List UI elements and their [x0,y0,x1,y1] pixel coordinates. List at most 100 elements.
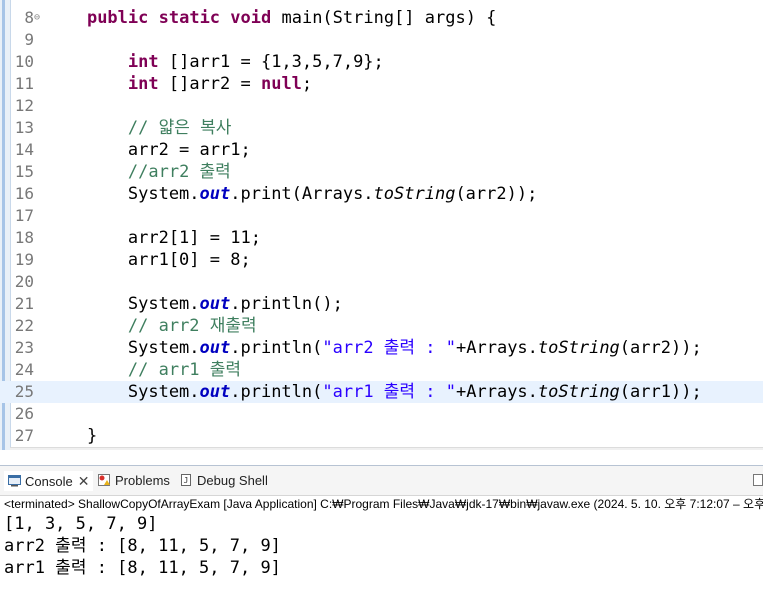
code-line[interactable]: 17 [0,205,763,227]
code-line[interactable]: 22 // arr2 재출력 [0,315,763,337]
code-text: // 얇은 복사 [46,117,232,139]
code-token: static [158,8,221,28]
code-line[interactable]: 15 //arr2 출력 [0,161,763,183]
tab-console-label: Console [25,474,73,489]
code-token: []arr1 = {1,3,5,7,9}; [158,52,384,72]
line-number: 17 [14,206,34,225]
console-output-line: [1, 3, 5, 7, 9] [4,514,158,534]
code-line[interactable]: 27 } [0,425,763,447]
code-text: //arr2 출력 [46,161,231,183]
console-output-line: arr1 출력 : [8, 11, 5, 7, 9] [4,558,281,578]
line-number: 12 [14,96,34,115]
tab-problems[interactable]: Problems [98,471,170,491]
code-text: int []arr1 = {1,3,5,7,9}; [46,51,384,73]
line-number: 27 [14,426,34,445]
code-token: out [199,294,231,314]
code-text: arr2[1] = 11; [46,227,261,249]
code-token: // 얇은 복사 [127,118,232,138]
code-line[interactable]: 10 int []arr1 = {1,3,5,7,9}; [0,51,763,73]
code-token: // arr1 출력 [127,360,242,380]
debug-shell-icon: J [180,472,193,486]
code-line[interactable]: 8 ⊖ public static void main(String[] args… [0,7,763,29]
code-token: out [199,382,231,402]
line-number: 16 [14,184,34,203]
code-token: } [46,426,98,446]
code-line[interactable]: 21 System.out.println(); [0,293,763,315]
svg-text:J: J [184,476,189,485]
code-text: // arr2 재출력 [46,315,257,337]
console-icon [8,473,21,487]
code-line[interactable]: 16 System.out.print(Arrays.toString(arr2… [0,183,763,205]
code-line[interactable]: 23 System.out.println("arr2 출력 : "+Array… [0,337,763,359]
code-text: System.out.println(); [46,293,343,315]
line-number: 18 [14,228,34,247]
code-line[interactable]: 14 arr2 = arr1; [0,139,763,161]
code-line[interactable]: 25 System.out.println("arr1 출력 : "+Array… [0,381,763,403]
code-token: +Arrays. [456,338,538,358]
line-number: 15 [14,162,34,181]
horizontal-scrollbar[interactable]: < [10,447,763,450]
code-text: int []arr2 = null; [46,73,312,95]
code-line[interactable]: 20 [0,271,763,293]
line-number: 10 [14,52,34,71]
code-line[interactable]: 9 [0,29,763,51]
code-token: // arr2 재출력 [127,316,257,336]
code-token: toString [537,338,620,358]
tab-console[interactable]: Console ✕ [4,471,94,491]
code-token: public [86,8,149,28]
tab-debug-shell-label: Debug Shell [197,473,268,488]
code-line[interactable]: 13 // 얇은 복사 [0,117,763,139]
minimize-icon[interactable] [753,474,763,486]
code-token: out [199,184,231,204]
line-number: 23 [14,338,34,357]
code-text: arr2 = arr1; [46,139,251,161]
code-token: int [127,74,159,94]
code-token: .println( [230,338,323,358]
line-number: 25 [14,382,34,401]
code-token: main(String[] args) { [271,8,497,28]
code-line[interactable]: 19 arr1[0] = 8; [0,249,763,271]
code-token: .println(); [230,294,343,314]
code-text: arr1[0] = 8; [46,249,251,271]
console-output-line: arr2 출력 : [8, 11, 5, 7, 9] [4,536,281,556]
scroll-left-icon[interactable]: < [48,448,55,450]
code-text: System.out.println("arr2 출력 : "+Arrays.t… [46,337,702,359]
code-token: System. [46,338,200,358]
code-line[interactable]: 24 // arr1 출력 [0,359,763,381]
console-status: <terminated> ShallowCopyOfArrayExam [Jav… [4,497,763,511]
code-token: System. [46,184,200,204]
code-token: ; [301,74,313,94]
console-panel: Console ✕ Problems J Debug Shell <termina… [0,465,763,595]
code-token: []arr2 = [158,74,261,94]
code-token: void [230,8,272,28]
line-number: 13 [14,118,34,137]
code-token: toString [537,382,620,402]
problems-icon [98,472,111,486]
line-number: 20 [14,272,34,291]
code-token: System. [46,294,200,314]
code-token: System. [46,382,200,402]
close-icon[interactable]: ✕ [78,473,90,489]
line-number: 21 [14,294,34,313]
code-token: toString [373,184,456,204]
code-line[interactable]: 11 int []arr2 = null; [0,73,763,95]
code-line[interactable]: 12 [0,95,763,117]
code-token: int [127,52,159,72]
code-line[interactable]: 18 arr2[1] = 11; [0,227,763,249]
code-editor[interactable]: 8 ⊖ public static void main(String[] args… [0,0,763,450]
fold-collapse-icon[interactable]: ⊖ [34,7,40,29]
line-number: 8 [24,8,34,27]
code-token: .print(Arrays. [230,184,374,204]
code-line[interactable]: 26 [0,403,763,425]
tab-problems-label: Problems [115,473,170,488]
code-text: System.out.println("arr1 출력 : "+Arrays.t… [46,381,702,403]
tab-debug-shell[interactable]: J Debug Shell [180,471,268,491]
